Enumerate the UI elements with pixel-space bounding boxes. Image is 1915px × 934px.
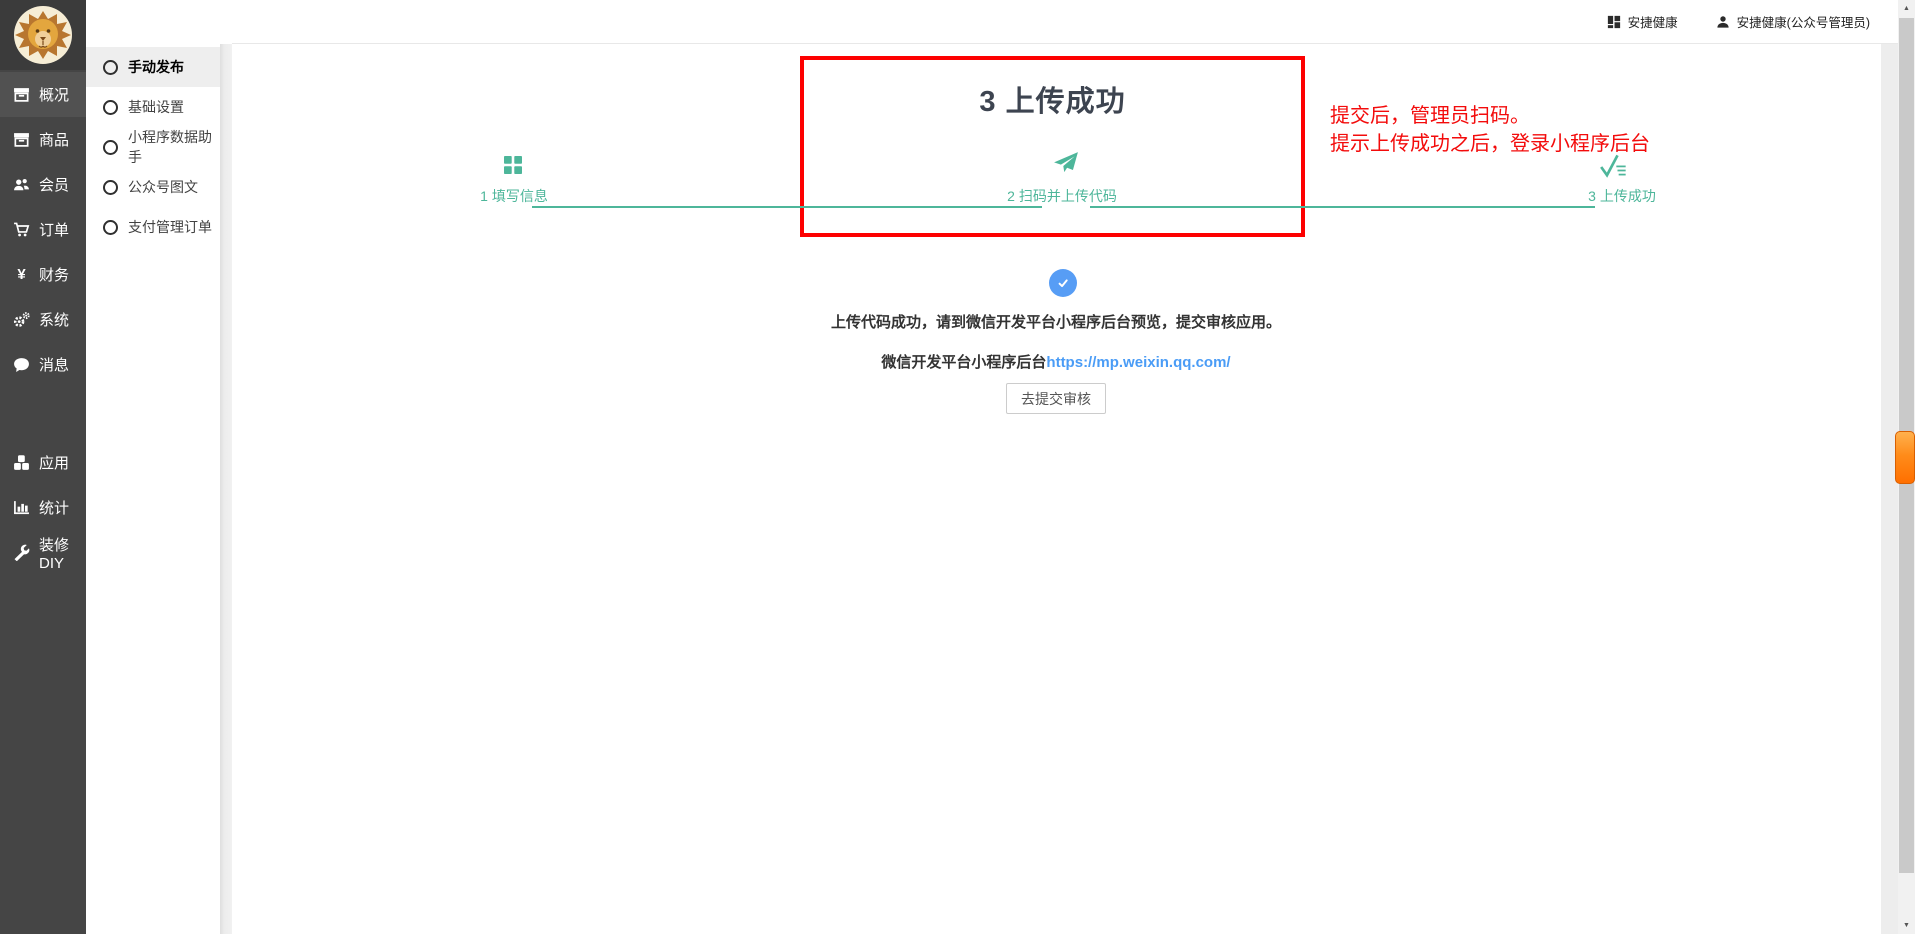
sidebar-item-label: 概况 <box>39 84 69 105</box>
circle-icon <box>103 100 118 115</box>
sidebar-item-label: 应用 <box>39 452 69 473</box>
success-check-icon <box>1049 269 1077 297</box>
submenu-item-label: 手动发布 <box>128 57 184 77</box>
submenu-item-label: 基础设置 <box>128 97 184 117</box>
handwritten-annotation: 提交后，管理员扫码。 提示上传成功之后，登录小程序后台 <box>1330 102 1650 158</box>
sidebar-item-label: 装修DIY <box>39 534 86 572</box>
gears-icon <box>13 311 30 328</box>
cart-icon <box>13 221 30 238</box>
scroll-down-arrow[interactable] <box>1898 917 1915 934</box>
sidebar-item-finance[interactable]: 财务 <box>0 252 86 297</box>
go-submit-review-button[interactable]: 去提交审核 <box>1006 383 1106 414</box>
sidebar-item-system[interactable]: 系统 <box>0 297 86 342</box>
vertical-scrollbar[interactable] <box>1898 0 1915 934</box>
content-right-strip <box>1881 44 1898 934</box>
platform-link[interactable]: https://mp.weixin.qq.com/ <box>1046 354 1230 371</box>
circle-icon <box>103 220 118 235</box>
submenu-item-label: 公众号图文 <box>128 177 198 197</box>
submenu-item-label: 小程序数据助手 <box>128 127 220 167</box>
users-icon <box>13 176 30 193</box>
orange-scroll-marker <box>1895 431 1915 484</box>
sidebar-item-apps[interactable]: 应用 <box>0 440 86 485</box>
bar-chart-icon <box>13 499 30 516</box>
secondary-sidebar: 手动发布 基础设置 小程序数据助手 公众号图文 支付管理订单 <box>86 0 220 934</box>
circle-icon <box>103 180 118 195</box>
circle-icon <box>103 60 118 75</box>
submenu-item-miniprogram-data-assistant[interactable]: 小程序数据助手 <box>86 127 220 167</box>
sidebar-item-label: 消息 <box>39 354 69 375</box>
platform-line: 微信开发平台小程序后台https://mp.weixin.qq.com/ <box>232 351 1880 372</box>
step-2-label: 2 扫码并上传代码 <box>962 186 1162 206</box>
sidebar-item-overview[interactable]: 概况 <box>0 72 86 117</box>
primary-sidebar: 概况 商品 会员 订单 财务 系统 <box>0 0 86 934</box>
annotation-line-2: 提示上传成功之后，登录小程序后台 <box>1330 130 1650 158</box>
wrench-icon <box>13 544 30 561</box>
top-header: 安捷健康 安捷健康(公众号管理员) <box>232 0 1898 44</box>
sidebar-item-label: 会员 <box>39 174 69 195</box>
submenu-item-manual-publish[interactable]: 手动发布 <box>86 47 220 87</box>
grid-icon <box>1607 15 1621 29</box>
wizard-step-title: 3 上传成功 <box>800 86 1305 118</box>
store-name: 安捷健康 <box>1628 12 1678 31</box>
grid-icon <box>504 156 522 174</box>
step-connector-line <box>1090 206 1595 208</box>
sidebar-item-goods[interactable]: 商品 <box>0 117 86 162</box>
sidebar-item-members[interactable]: 会员 <box>0 162 86 207</box>
comment-icon <box>13 356 30 373</box>
submenu-item-label: 支付管理订单 <box>128 217 212 237</box>
step-connector-line <box>532 206 1042 208</box>
primary-nav: 概况 商品 会员 订单 财务 系统 <box>0 72 86 575</box>
paper-plane-icon <box>1053 151 1079 177</box>
sidebar-item-label: 订单 <box>39 219 69 240</box>
lion-logo-icon <box>13 5 73 65</box>
archive-icon <box>13 131 30 148</box>
annotation-box <box>800 56 1305 237</box>
sidebar-item-label: 系统 <box>39 309 69 330</box>
step-3-label: 3 上传成功 <box>1522 186 1722 206</box>
submenu-item-payment-orders[interactable]: 支付管理订单 <box>86 207 220 247</box>
sidebar-item-decorate-diy[interactable]: 装修DIY <box>0 530 86 575</box>
annotation-line-1: 提交后，管理员扫码。 <box>1330 102 1650 130</box>
submenu-item-basic-settings[interactable]: 基础设置 <box>86 87 220 127</box>
account-name: 安捷健康(公众号管理员) <box>1737 12 1870 31</box>
sidebar-item-messages[interactable]: 消息 <box>0 342 86 387</box>
platform-label: 微信开发平台小程序后台 <box>881 354 1046 371</box>
user-icon <box>1716 15 1730 29</box>
main-content: 3 上传成功 1 填写信息 2 扫码并上传代码 3 上传成功 提交后，管理员扫码… <box>232 44 1880 934</box>
scroll-up-arrow[interactable] <box>1898 0 1915 17</box>
app-logo <box>0 0 86 70</box>
submenu-item-official-account-articles[interactable]: 公众号图文 <box>86 167 220 207</box>
yen-icon <box>13 266 30 283</box>
sidebar-item-stats[interactable]: 统计 <box>0 485 86 530</box>
sidebar-item-label: 统计 <box>39 497 69 518</box>
success-message: 上传代码成功，请到微信开发平台小程序后台预览，提交审核应用。 <box>232 311 1880 332</box>
circle-icon <box>103 140 118 155</box>
sidebar-item-label: 财务 <box>39 264 69 285</box>
step-1-label: 1 填写信息 <box>414 186 614 206</box>
nav-spacer <box>0 387 86 440</box>
submenu-scroll-strip <box>220 44 232 934</box>
sidebar-item-orders[interactable]: 订单 <box>0 207 86 252</box>
account-menu[interactable]: 安捷健康(公众号管理员) <box>1716 12 1870 31</box>
store-switcher[interactable]: 安捷健康 <box>1607 12 1678 31</box>
cubes-icon <box>13 454 30 471</box>
sidebar-item-label: 商品 <box>39 129 69 150</box>
archive-icon <box>13 86 30 103</box>
